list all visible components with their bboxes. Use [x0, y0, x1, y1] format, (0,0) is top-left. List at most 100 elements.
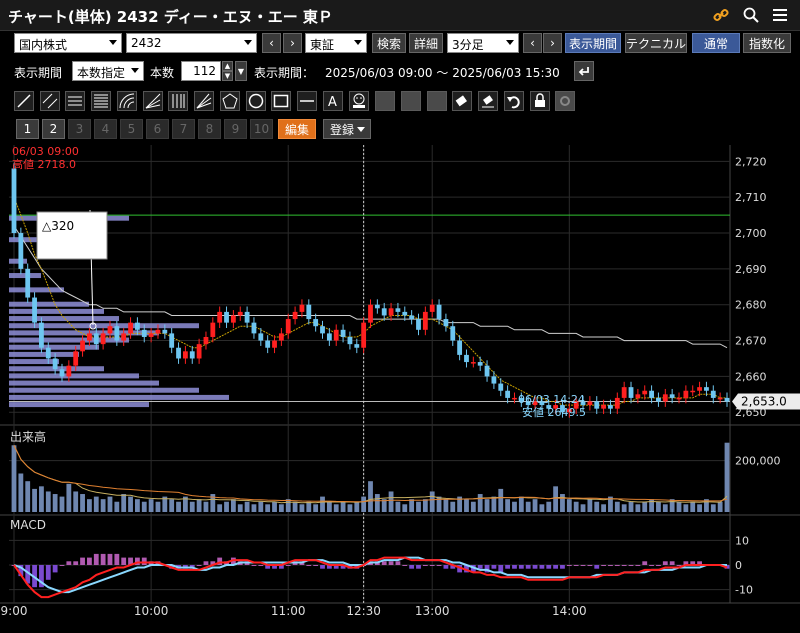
- volume-bar: [484, 499, 490, 512]
- macd-histogram-bar: [388, 561, 394, 565]
- prev-symbol-button[interactable]: ‹: [262, 33, 281, 53]
- candle-body: [66, 365, 72, 377]
- display-period-button[interactable]: 表示期間: [565, 33, 621, 53]
- copy-icon[interactable]: [375, 91, 395, 111]
- code-input[interactable]: 2432: [126, 33, 257, 53]
- candle-body: [354, 344, 360, 348]
- volume-bar: [614, 501, 620, 512]
- hline-icon[interactable]: [297, 91, 317, 111]
- count-dropdown-button[interactable]: ▼: [235, 61, 247, 81]
- index-mode-button[interactable]: 指数化: [743, 33, 791, 53]
- normal-mode-button[interactable]: 通常: [692, 33, 740, 53]
- undo-icon[interactable]: [504, 91, 524, 111]
- volume-profile-bar: [9, 273, 41, 279]
- move-icon[interactable]: [427, 91, 447, 111]
- candle-body: [114, 326, 120, 341]
- page-tab-1[interactable]: 1: [16, 119, 39, 139]
- page-tab-2[interactable]: 2: [42, 119, 65, 139]
- volume-panel-label: 出来高: [10, 429, 46, 444]
- erase-all-icon[interactable]: [478, 91, 498, 111]
- link-icon[interactable]: [711, 5, 731, 25]
- interval-select[interactable]: 3分足: [447, 33, 519, 53]
- count-up-button[interactable]: ▲: [222, 61, 233, 71]
- register-button[interactable]: 登録: [323, 119, 371, 139]
- macd-histogram-bar: [491, 565, 497, 569]
- page-tab-10[interactable]: 10: [250, 119, 273, 139]
- pentagon-icon[interactable]: [220, 91, 240, 111]
- candle-body: [45, 347, 51, 359]
- arc-icon[interactable]: [117, 91, 137, 111]
- next-interval-button[interactable]: ›: [543, 33, 562, 53]
- paste-icon[interactable]: [401, 91, 421, 111]
- count-input[interactable]: 112: [181, 61, 221, 81]
- volume-profile-bar: [9, 323, 199, 329]
- chart-area[interactable]: 2,7202,7102,7002,6902,6802,6702,6602,650…: [0, 145, 800, 633]
- volume-bar: [724, 442, 730, 512]
- macd-histogram-bar: [443, 565, 449, 569]
- prev-interval-button[interactable]: ‹: [523, 33, 542, 53]
- candle-body: [656, 397, 661, 402]
- candle-body: [189, 351, 195, 359]
- macd-histogram-bar: [285, 565, 291, 566]
- volume-bar: [573, 501, 579, 512]
- code-value: 2432: [131, 36, 162, 50]
- candle-body: [477, 362, 483, 366]
- page-tab-4[interactable]: 4: [94, 119, 117, 139]
- price-tick-label: 2,720: [735, 155, 767, 168]
- fan-icon[interactable]: [143, 91, 163, 111]
- volume-bar: [635, 504, 641, 512]
- volume-bar: [676, 501, 682, 512]
- macd-histogram-bar: [642, 561, 648, 565]
- search-icon[interactable]: [741, 5, 761, 25]
- settings-icon[interactable]: [555, 91, 575, 111]
- text-icon[interactable]: A: [323, 91, 343, 111]
- volume-profile-bar: [9, 359, 59, 365]
- menu-icon[interactable]: [770, 5, 790, 25]
- candle-body: [361, 322, 367, 348]
- fib-lines-icon[interactable]: [91, 91, 111, 111]
- horizontal-lines-icon[interactable]: [65, 91, 85, 111]
- page-tab-9[interactable]: 9: [224, 119, 247, 139]
- volume-profile-bar: [9, 394, 229, 400]
- technical-button[interactable]: テクニカル: [625, 33, 687, 53]
- page-tab-8[interactable]: 8: [198, 119, 221, 139]
- volume-bar: [717, 501, 723, 512]
- candle-body: [299, 304, 305, 312]
- speed-lines-icon[interactable]: [194, 91, 214, 111]
- parallel-lines-icon[interactable]: [40, 91, 60, 111]
- macd-histogram-bar: [320, 565, 325, 569]
- volume-bar: [477, 494, 483, 512]
- window-title: チャート(単体) 2432 ディー・エヌ・エー 東Ｐ: [8, 8, 333, 26]
- count-down-button[interactable]: ▼: [222, 71, 233, 81]
- rectangle-icon[interactable]: [271, 91, 291, 111]
- macd-histogram-bar: [45, 565, 51, 580]
- icon-stamp-icon[interactable]: [349, 91, 369, 111]
- reset-range-button[interactable]: [574, 61, 594, 81]
- page-tab-7[interactable]: 7: [172, 119, 195, 139]
- vertical-lines-icon[interactable]: [168, 91, 188, 111]
- volume-bar: [272, 501, 277, 512]
- page-tab-3[interactable]: 3: [68, 119, 91, 139]
- period-mode-select[interactable]: 本数指定: [72, 61, 144, 81]
- market-type-select[interactable]: 国内株式: [14, 33, 122, 53]
- volume-bar: [326, 501, 332, 512]
- eraser-icon[interactable]: [452, 91, 472, 111]
- period-toolbar: 表示期間 本数指定 本数 112 ▲ ▼ ▼ 表示期間： 2025/06/03 …: [0, 61, 800, 83]
- candle-body: [628, 387, 634, 398]
- lock-icon[interactable]: [530, 91, 550, 111]
- macd-histogram-bar: [141, 557, 147, 565]
- next-symbol-button[interactable]: ›: [283, 33, 302, 53]
- macd-histogram-bar: [512, 565, 517, 569]
- page-tab-6[interactable]: 6: [146, 119, 169, 139]
- circle-icon[interactable]: [246, 91, 266, 111]
- macd-histogram-bar: [560, 565, 565, 569]
- page-tab-5[interactable]: 5: [120, 119, 143, 139]
- candle-body: [402, 311, 408, 316]
- edit-button[interactable]: 編集: [278, 119, 316, 139]
- macd-histogram-bar: [59, 565, 65, 566]
- exchange-select[interactable]: 東証: [305, 33, 367, 53]
- search-button[interactable]: 検索: [372, 33, 406, 53]
- trendline-icon[interactable]: [14, 91, 34, 111]
- volume-profile-bar: [9, 258, 27, 264]
- detail-button[interactable]: 詳細: [409, 33, 443, 53]
